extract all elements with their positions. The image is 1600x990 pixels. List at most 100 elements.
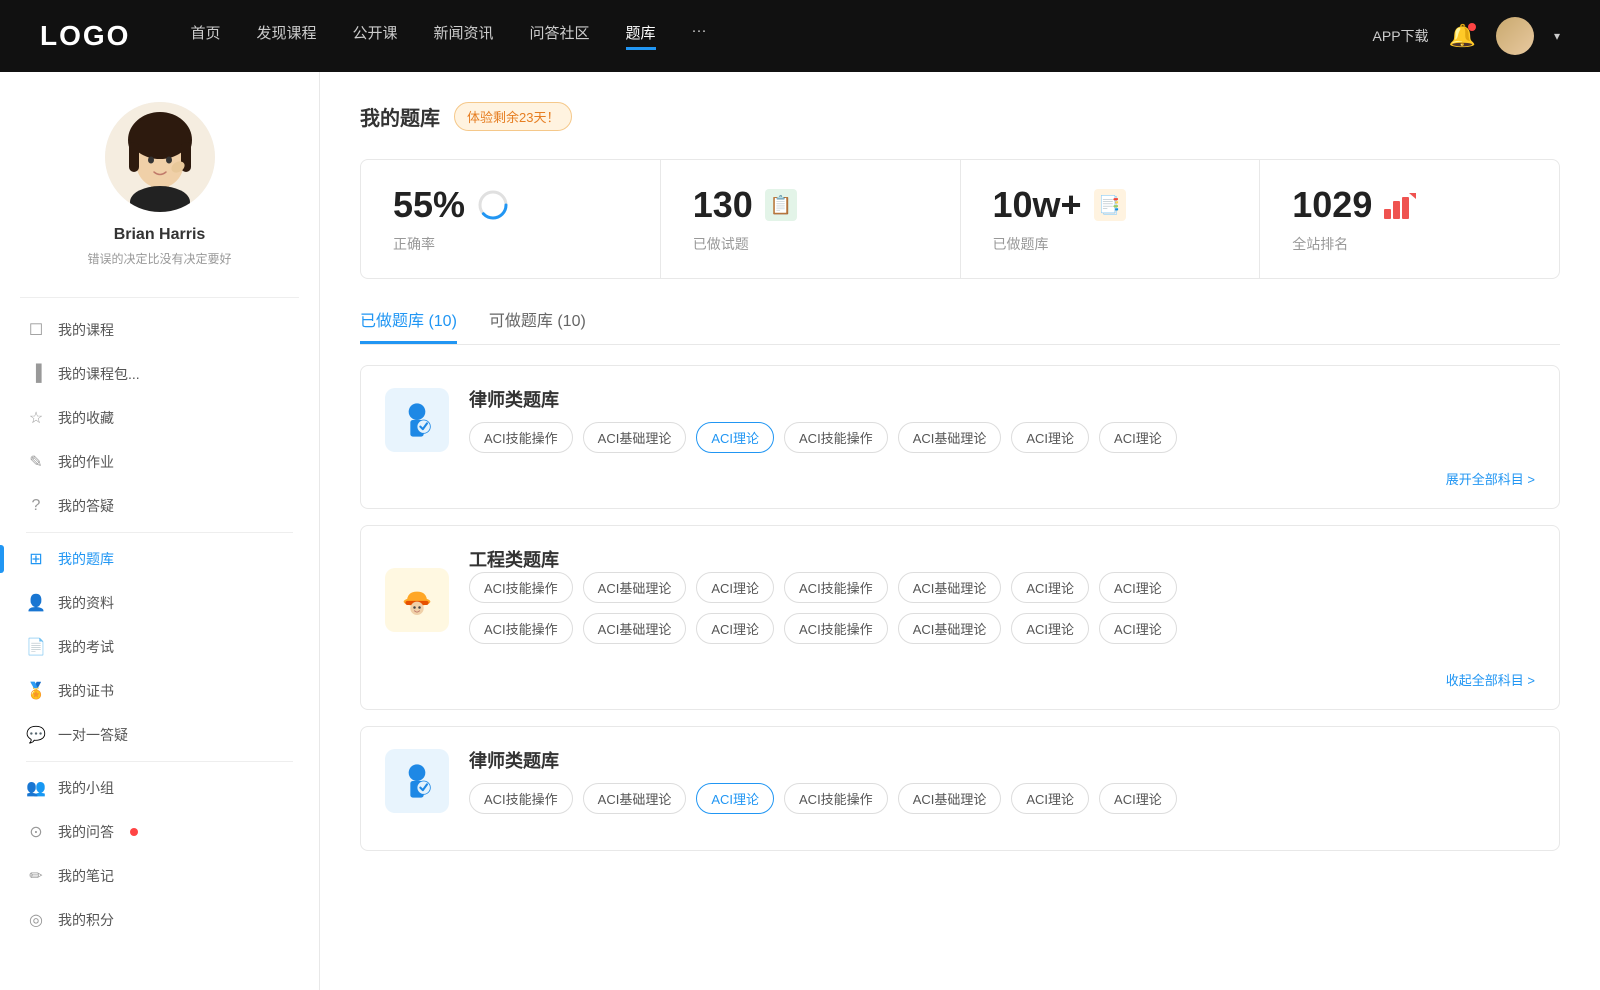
l2-tag-6[interactable]: ACI理论 bbox=[1099, 783, 1177, 814]
sidebar-item-my-qa[interactable]: ? 我的答疑 bbox=[10, 484, 309, 528]
nav-discover[interactable]: 发现课程 bbox=[256, 22, 316, 50]
category-lawyer-2-body: 律师类题库 ACI技能操作 ACI基础理论 ACI理论 ACI技能操作 ACI基… bbox=[469, 747, 1535, 814]
l2-tag-1[interactable]: ACI基础理论 bbox=[583, 783, 687, 814]
eng-tag2-1[interactable]: ACI基础理论 bbox=[583, 613, 687, 644]
stat-accuracy: 55% 正确率 bbox=[361, 160, 661, 278]
category-lawyer-2: 律师类题库 ACI技能操作 ACI基础理论 ACI理论 ACI技能操作 ACI基… bbox=[360, 726, 1560, 851]
page-title: 我的题库 bbox=[360, 102, 440, 131]
l2-tag-3[interactable]: ACI技能操作 bbox=[784, 783, 888, 814]
nav-home[interactable]: 首页 bbox=[190, 22, 220, 50]
eng-tag-3[interactable]: ACI技能操作 bbox=[784, 572, 888, 603]
tag-6[interactable]: ACI理论 bbox=[1099, 422, 1177, 453]
eng-tag2-6[interactable]: ACI理论 bbox=[1099, 613, 1177, 644]
nav-news[interactable]: 新闻资讯 bbox=[434, 22, 494, 50]
question-icon: ? bbox=[26, 496, 46, 516]
sidebar-item-favorites[interactable]: ☆ 我的收藏 bbox=[10, 396, 309, 440]
eng-tag-1[interactable]: ACI基础理论 bbox=[583, 572, 687, 603]
l2-tag-2-active[interactable]: ACI理论 bbox=[696, 783, 774, 814]
cert-icon: 🏅 bbox=[26, 681, 46, 701]
collapse-engineer[interactable]: 收起全部科目 > bbox=[385, 670, 1535, 689]
tag-3[interactable]: ACI技能操作 bbox=[784, 422, 888, 453]
tab-available-banks[interactable]: 可做题库 (10) bbox=[489, 307, 586, 344]
tab-done-banks[interactable]: 已做题库 (10) bbox=[360, 307, 457, 344]
sidebar-label-group: 我的小组 bbox=[58, 778, 114, 798]
user-dropdown-arrow[interactable]: ▾ bbox=[1554, 29, 1560, 43]
app-download-link[interactable]: APP下载 bbox=[1373, 26, 1429, 46]
category-lawyer-2-header: 律师类题库 ACI技能操作 ACI基础理论 ACI理论 ACI技能操作 ACI基… bbox=[385, 747, 1535, 814]
star-icon: ☆ bbox=[26, 408, 46, 428]
sidebar-item-course-package[interactable]: ▐ 我的课程包... bbox=[10, 352, 309, 396]
expand-lawyer-1[interactable]: 展开全部科目 > bbox=[385, 469, 1535, 488]
tag-4[interactable]: ACI基础理论 bbox=[898, 422, 1002, 453]
question-notification-dot bbox=[130, 828, 138, 836]
doc-green-icon: 📋 bbox=[763, 187, 799, 223]
l2-tag-5[interactable]: ACI理论 bbox=[1011, 783, 1089, 814]
tabs-row: 已做题库 (10) 可做题库 (10) bbox=[360, 307, 1560, 345]
user-icon: 👤 bbox=[26, 593, 46, 613]
sidebar-label-profile: 我的资料 bbox=[58, 593, 114, 613]
user-avatar[interactable] bbox=[1496, 17, 1534, 55]
nav-qa[interactable]: 问答社区 bbox=[530, 22, 590, 50]
tag-2-active[interactable]: ACI理论 bbox=[696, 422, 774, 453]
eng-tag2-0[interactable]: ACI技能操作 bbox=[469, 613, 573, 644]
bar-icon: ▐ bbox=[26, 364, 46, 384]
sidebar-item-profile[interactable]: 👤 我的资料 bbox=[10, 581, 309, 625]
sidebar-label-course-package: 我的课程包... bbox=[58, 364, 140, 384]
lawyer-icon bbox=[385, 388, 449, 452]
l2-tag-0[interactable]: ACI技能操作 bbox=[469, 783, 573, 814]
eng-tag2-5[interactable]: ACI理论 bbox=[1011, 613, 1089, 644]
user-name: Brian Harris bbox=[114, 226, 206, 244]
eng-tag2-4[interactable]: ACI基础理论 bbox=[898, 613, 1002, 644]
notification-bell[interactable]: 🔔 bbox=[1449, 23, 1476, 49]
category-engineer-title: 工程类题库 bbox=[469, 546, 1535, 572]
sidebar-item-my-question[interactable]: ⊙ 我的问答 bbox=[10, 810, 309, 854]
tag-0[interactable]: ACI技能操作 bbox=[469, 422, 573, 453]
stat-banks-value: 10w+ bbox=[993, 184, 1082, 226]
sidebar-item-exam[interactable]: 📄 我的考试 bbox=[10, 625, 309, 669]
stat-questions-done: 130 📋 已做试题 bbox=[661, 160, 961, 278]
eng-tag2-3[interactable]: ACI技能操作 bbox=[784, 613, 888, 644]
category-lawyer-1-title: 律师类题库 bbox=[469, 386, 1535, 412]
l2-tag-4[interactable]: ACI基础理论 bbox=[898, 783, 1002, 814]
category-lawyer-2-tags: ACI技能操作 ACI基础理论 ACI理论 ACI技能操作 ACI基础理论 AC… bbox=[469, 783, 1535, 814]
category-engineer-tags-row2: ACI技能操作 ACI基础理论 ACI理论 ACI技能操作 ACI基础理论 AC… bbox=[469, 613, 1535, 644]
file-icon: ☐ bbox=[26, 320, 46, 340]
sidebar-item-homework[interactable]: ✎ 我的作业 bbox=[10, 440, 309, 484]
sidebar-label-my-qa: 我的答疑 bbox=[58, 496, 114, 516]
circle-progress-icon bbox=[475, 187, 511, 223]
eng-tag-5[interactable]: ACI理论 bbox=[1011, 572, 1089, 603]
sidebar-item-certificate[interactable]: 🏅 我的证书 bbox=[10, 669, 309, 713]
sidebar: Brian Harris 错误的决定比没有决定要好 ☐ 我的课程 ▐ 我的课程包… bbox=[0, 72, 320, 990]
eng-tag-4[interactable]: ACI基础理论 bbox=[898, 572, 1002, 603]
nav-question-bank[interactable]: 题库 bbox=[626, 22, 656, 50]
stat-ranking-label: 全站排名 bbox=[1292, 234, 1527, 254]
eng-tag-6[interactable]: ACI理论 bbox=[1099, 572, 1177, 603]
eng-tag2-2[interactable]: ACI理论 bbox=[696, 613, 774, 644]
eng-tag-2[interactable]: ACI理论 bbox=[696, 572, 774, 603]
sidebar-item-points[interactable]: ◎ 我的积分 bbox=[10, 898, 309, 942]
sidebar-label-favorites: 我的收藏 bbox=[58, 408, 114, 428]
nav-open-course[interactable]: 公开课 bbox=[352, 22, 397, 50]
sidebar-label-one-on-one: 一对一答疑 bbox=[58, 725, 128, 745]
category-engineer-body: 工程类题库 ACI技能操作 ACI基础理论 ACI理论 ACI技能操作 ACI基… bbox=[469, 546, 1535, 654]
sidebar-menu: ☐ 我的课程 ▐ 我的课程包... ☆ 我的收藏 ✎ 我的作业 ? 我的答疑 ⊞ bbox=[0, 308, 319, 942]
eng-tag-0[interactable]: ACI技能操作 bbox=[469, 572, 573, 603]
sidebar-label-certificate: 我的证书 bbox=[58, 681, 114, 701]
sidebar-label-my-course: 我的课程 bbox=[58, 320, 114, 340]
content-header: 我的题库 体验剩余23天！ bbox=[360, 102, 1560, 131]
nav-more[interactable]: ··· bbox=[692, 22, 707, 50]
sidebar-item-question-bank[interactable]: ⊞ 我的题库 bbox=[10, 537, 309, 581]
stat-ranking-row: 1029 bbox=[1292, 184, 1527, 226]
sidebar-item-group[interactable]: 👥 我的小组 bbox=[10, 766, 309, 810]
sidebar-divider-2 bbox=[26, 532, 293, 533]
notification-dot bbox=[1468, 23, 1476, 31]
qa-icon: ⊙ bbox=[26, 822, 46, 842]
sidebar-divider-1 bbox=[20, 297, 299, 298]
tag-5[interactable]: ACI理论 bbox=[1011, 422, 1089, 453]
sidebar-item-notes[interactable]: ✏ 我的笔记 bbox=[10, 854, 309, 898]
sidebar-item-my-course[interactable]: ☐ 我的课程 bbox=[10, 308, 309, 352]
sidebar-item-one-on-one[interactable]: 💬 一对一答疑 bbox=[10, 713, 309, 757]
category-lawyer-1-tags: ACI技能操作 ACI基础理论 ACI理论 ACI技能操作 ACI基础理论 AC… bbox=[469, 422, 1535, 453]
logo[interactable]: LOGO bbox=[40, 20, 130, 52]
tag-1[interactable]: ACI基础理论 bbox=[583, 422, 687, 453]
